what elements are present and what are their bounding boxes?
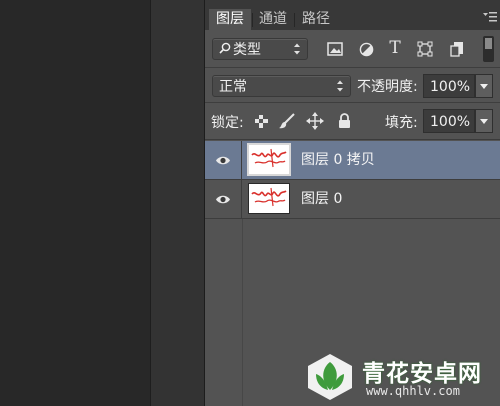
filter-toggle-knob: [485, 38, 492, 49]
filter-kind-label: 类型: [233, 42, 261, 58]
layer-row-0-copy[interactable]: 图层 0 拷贝: [205, 141, 500, 179]
layer-thumbnail: [247, 143, 291, 176]
lock-position-move-icon[interactable]: [305, 111, 325, 131]
smart-object-filter-icon[interactable]: [447, 39, 467, 59]
layers-column-guide: [242, 219, 243, 406]
site-watermark: 青花安卓网 www.qhhlv.com: [300, 348, 500, 406]
tab-layers[interactable]: 图层: [209, 9, 251, 30]
panel-tab-bar: 图层 通道 路径: [205, 0, 500, 30]
watermark-url: www.qhhlv.com: [366, 384, 460, 398]
blend-opacity-row: 正常 不透明度: 100%: [205, 68, 500, 103]
tab-paths[interactable]: 路径: [295, 9, 337, 30]
tab-channels[interactable]: 通道: [253, 9, 293, 30]
lock-transparency-icon[interactable]: [251, 111, 271, 131]
blend-mode-select[interactable]: 正常: [212, 75, 351, 97]
layer-name: 图层 0: [301, 191, 343, 207]
signature-scribble-icon: [251, 187, 287, 207]
shape-filter-icon[interactable]: [415, 39, 435, 59]
lock-fill-row: 锁定: 填充: 100%: [205, 103, 500, 140]
fill-label: 填充:: [385, 115, 418, 131]
opacity-label: 不透明度:: [357, 79, 418, 95]
chevron-updown-icon: [337, 80, 343, 92]
opacity-input[interactable]: 100%: [423, 74, 475, 98]
opacity-dropdown-button[interactable]: [475, 74, 493, 98]
fill-input[interactable]: 100%: [423, 109, 475, 133]
adjustment-filter-icon[interactable]: [356, 39, 376, 59]
layer-divider: [205, 218, 500, 219]
blend-mode-value: 正常: [219, 79, 247, 95]
lock-label: 锁定:: [211, 115, 244, 131]
signature-scribble-icon: [251, 148, 287, 168]
layer-visibility-toggle[interactable]: [205, 141, 242, 179]
layers-panel: 图层 通道 路径 类型 T 正常 不透明度: 100% 锁定: 填充: 100%…: [204, 0, 500, 406]
lock-all-icon[interactable]: [334, 111, 354, 131]
layer-thumbnail: [248, 183, 290, 214]
lock-pixels-brush-icon[interactable]: [277, 111, 297, 131]
layer-name: 图层 0 拷贝: [301, 152, 375, 168]
panel-dock-gutter: [150, 0, 205, 406]
panel-menu-icon[interactable]: [483, 11, 497, 23]
filter-kind-select[interactable]: 类型: [212, 38, 308, 60]
chevron-updown-icon: [294, 43, 300, 55]
eye-icon: [216, 156, 230, 164]
chevron-down-icon: [480, 83, 488, 89]
filter-toggle-switch[interactable]: [483, 36, 494, 62]
search-icon: [219, 39, 231, 61]
watermark-logo-icon: [308, 354, 352, 400]
type-filter-icon[interactable]: T: [385, 38, 405, 58]
watermark-title: 青花安卓网: [362, 361, 482, 387]
layer-visibility-toggle[interactable]: [205, 180, 242, 218]
eye-icon: [216, 195, 230, 203]
canvas-area: [0, 0, 150, 406]
layer-filter-row: 类型 T: [205, 30, 500, 68]
fill-dropdown-button[interactable]: [475, 109, 493, 133]
chevron-down-icon: [480, 118, 488, 124]
layer-row-0[interactable]: 图层 0: [205, 180, 500, 218]
image-filter-icon[interactable]: [325, 39, 345, 59]
